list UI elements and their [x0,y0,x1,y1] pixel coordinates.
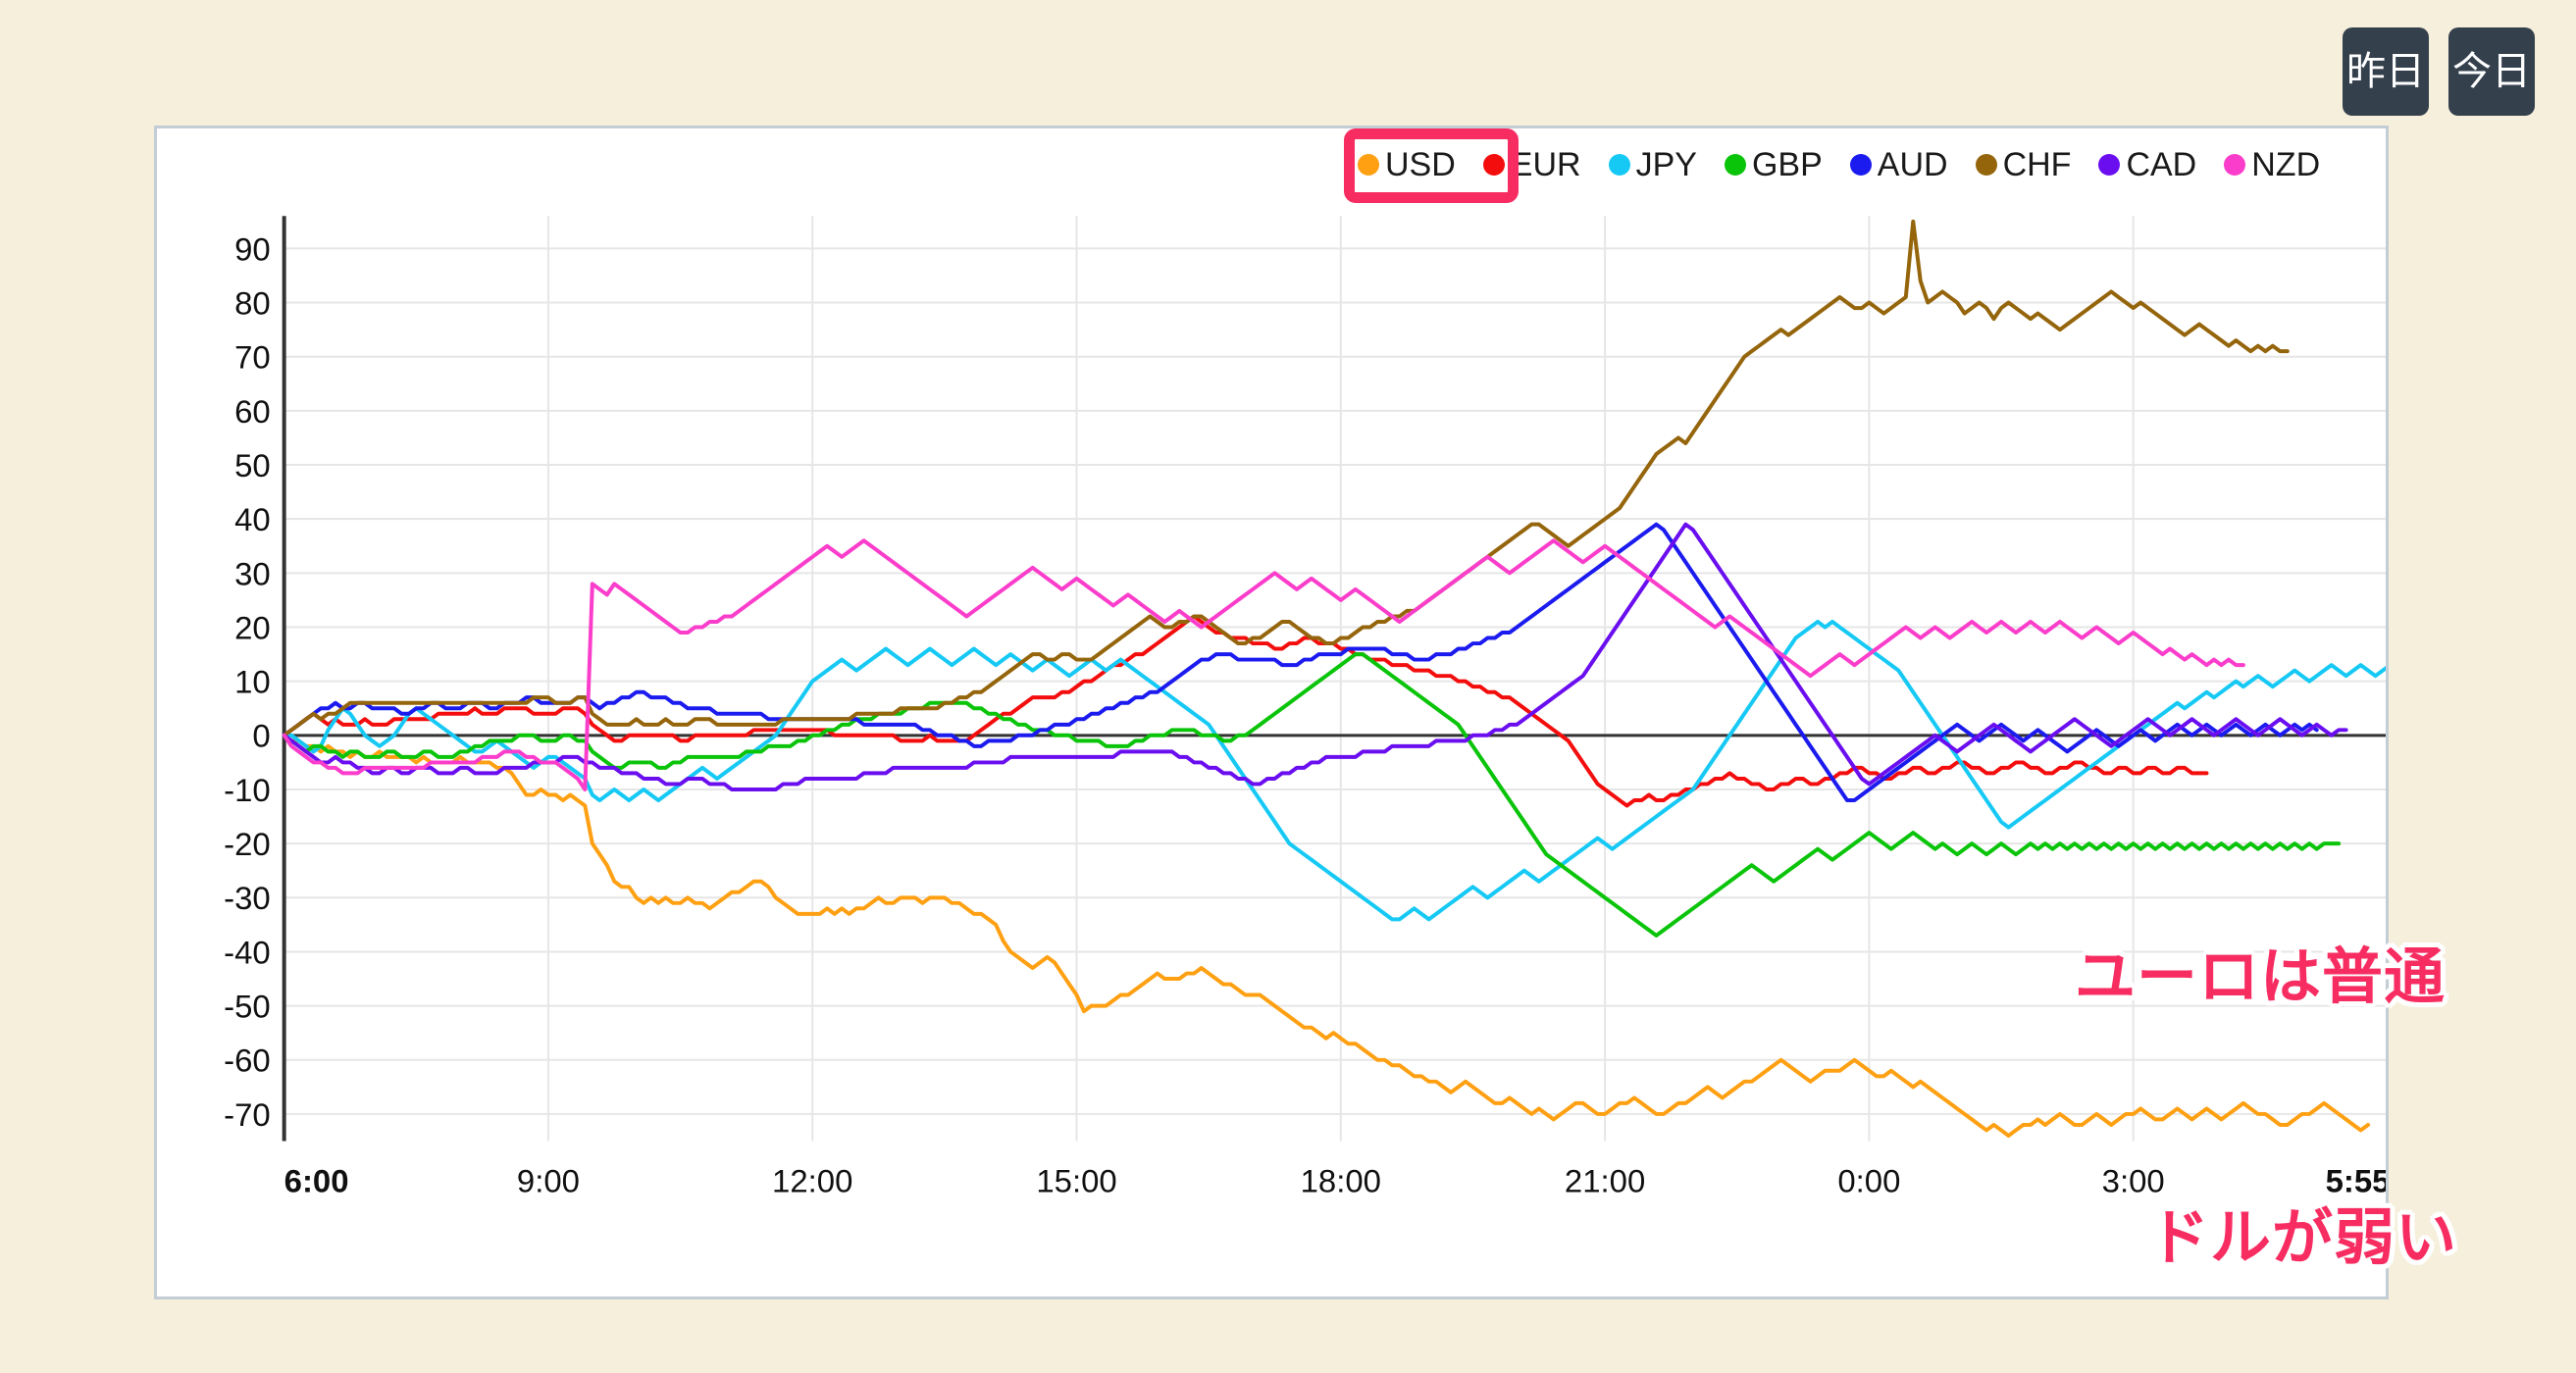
annotation-eur-normal: ユーロは普通 [2075,943,2447,1011]
x-tick-label: 0:00 [1837,1163,1900,1199]
x-tick-label: 9:00 [517,1163,580,1199]
y-tick-label: 20 [234,609,271,645]
legend-label: CHF [2002,146,2072,183]
x-axis-tick-labels: 6:00 9:00 12:00 15:00 18:00 21:00 0:00 3:00 5:55 [284,1163,2386,1199]
y-tick-label: 70 [234,339,271,376]
series-line-chf [282,219,2290,737]
legend-item-cad[interactable]: CAD [2098,148,2196,181]
y-tick-label: 60 [234,393,271,430]
x-tick-label: 12:00 [772,1163,852,1199]
currency-strength-line-chart: 90 80 70 60 50 40 30 20 10 0 -10 -20 -30 -40 -50 -60 -70… [224,216,2386,1199]
legend-item-jpy[interactable]: JPY [1608,146,1697,183]
x-tick-label: 18:00 [1301,1163,1381,1199]
chart-panel: 90 80 70 60 50 40 30 20 10 0 -10 -20 -30 -40 -50 -60 -70… [154,126,2456,1299]
y-tick-label: 40 [234,501,271,537]
legend-label: AUD [1877,146,1948,183]
y-tick-label: 10 [234,664,271,700]
legend-item-aud[interactable]: AUD [1849,146,1948,183]
legend-item-gbp[interactable]: GBP [1724,146,1823,183]
legend-label: GBP [1751,146,1823,183]
day-toggle-button-bar: 昨日 今日 [2343,27,2535,116]
y-tick-label: 90 [234,230,271,267]
legend-label: NZD [2251,146,2321,183]
y-tick-label: -70 [224,1096,271,1133]
y-tick-label: -60 [224,1042,271,1079]
legend-label: EUR [1510,146,1581,183]
y-tick-label: 50 [234,447,271,483]
y-tick-label: -50 [224,989,271,1025]
legend-dot-chf-icon [1975,154,1997,176]
x-tick-label: 6:00 [284,1163,349,1199]
x-tick-label: 21:00 [1565,1163,1645,1199]
y-tick-label: -10 [224,772,271,808]
legend-dot-jpy-icon [1608,154,1630,176]
y-axis-tick-labels: 90 80 70 60 50 40 30 20 10 0 -10 -20 -30 -40 -50 -60 -70 [224,230,271,1133]
x-tick-label: 15:00 [1036,1163,1116,1199]
series-line-usd [282,733,2371,1139]
yesterday-button[interactable]: 昨日 [2343,27,2429,116]
legend-item-eur[interactable]: EUR [1482,146,1581,183]
legend-dot-usd-icon [1358,154,1379,176]
legend-dot-eur-icon [1482,154,1505,176]
y-tick-label: 30 [234,555,271,591]
legend-item-usd[interactable]: USD [1358,148,1456,181]
y-tick-label: -40 [224,934,271,970]
legend-label: JPY [1635,146,1697,183]
legend-label: USD [1385,146,1456,183]
series-line-nzd [282,538,2245,791]
legend-dot-nzd-icon [2224,154,2246,176]
plot-area[interactable]: 90 80 70 60 50 40 30 20 10 0 -10 -20 -30 -40 -50 -60 -70… [157,128,2386,1297]
legend-item-chf[interactable]: CHF [1975,146,2072,183]
series-lines [282,219,2386,1139]
legend-label: CAD [2126,146,2197,183]
series-line-jpy [282,619,2386,922]
chart-legend: USD EUR JPY GBP AUD CHF CAD NZD [1358,140,2320,189]
today-button[interactable]: 今日 [2448,27,2535,116]
annotation-usd-weak: ドルが弱い [2148,1204,2458,1272]
y-tick-label: -20 [224,826,271,862]
legend-dot-cad-icon [2098,154,2121,176]
y-tick-label: 80 [234,285,271,322]
legend-dot-aud-icon [1849,154,1872,176]
y-tick-label: -30 [224,880,271,916]
y-tick-label: 0 [252,718,270,754]
grid-lines [283,247,2386,1115]
legend-item-nzd[interactable]: NZD [2224,148,2320,181]
legend-dot-gbp-icon [1724,154,1746,176]
